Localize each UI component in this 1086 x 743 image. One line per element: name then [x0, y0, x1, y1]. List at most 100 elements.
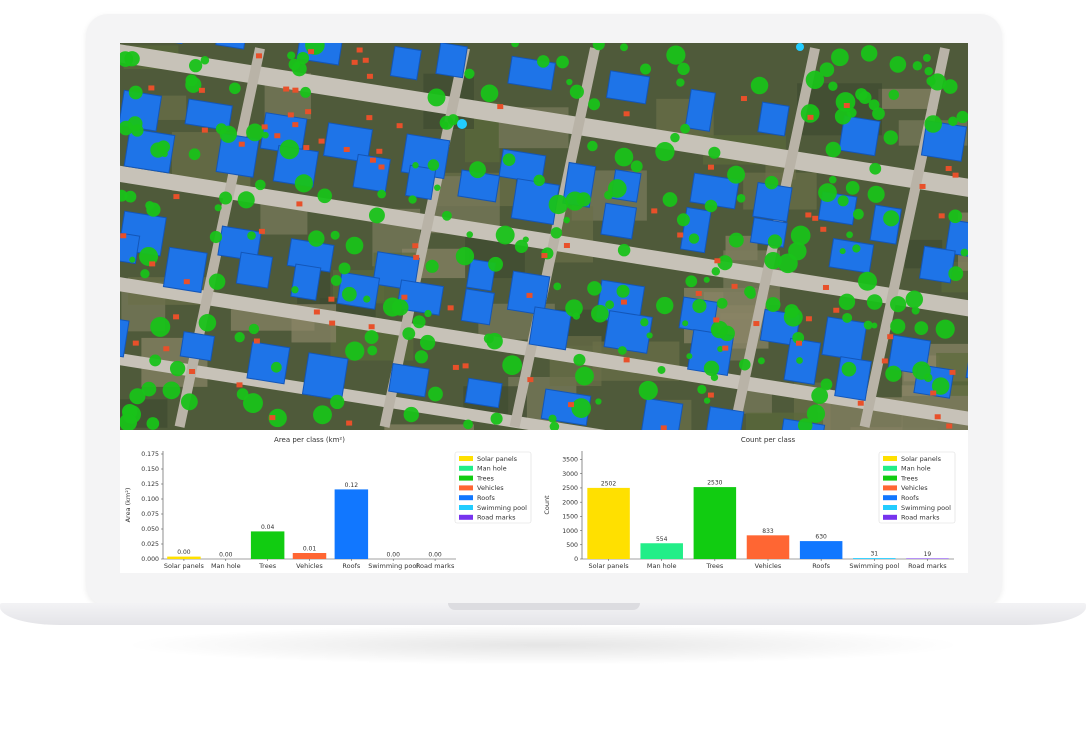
vehicle — [623, 357, 630, 363]
tree — [149, 354, 162, 367]
vehicle — [820, 226, 827, 232]
vehicle — [833, 307, 840, 313]
tree — [765, 297, 781, 312]
vehicle — [346, 420, 353, 426]
tree — [480, 84, 499, 103]
roof — [460, 288, 495, 326]
tree — [883, 130, 898, 145]
y-tick-label: 0.050 — [141, 526, 159, 533]
roof — [301, 352, 349, 401]
vehicle — [303, 145, 310, 151]
tree — [514, 239, 529, 253]
bar-value-label: 0.00 — [219, 552, 233, 559]
tree — [750, 76, 769, 95]
tree — [604, 190, 613, 200]
tree — [767, 234, 783, 249]
tree — [214, 204, 222, 212]
tree — [338, 262, 351, 275]
tree — [198, 314, 217, 332]
vehicle — [173, 194, 180, 200]
legend-label: Vehicles — [477, 484, 504, 492]
vehicle — [707, 392, 714, 398]
vehicle — [356, 47, 363, 53]
tree — [208, 273, 226, 290]
y-tick-label: 0.125 — [141, 481, 159, 488]
tree — [575, 366, 594, 386]
vehicle — [795, 340, 802, 346]
vehicle — [714, 258, 721, 264]
tree — [288, 58, 301, 71]
tree — [890, 296, 907, 313]
tree — [860, 45, 878, 62]
tree — [710, 320, 729, 339]
roof — [179, 331, 216, 362]
roof — [246, 341, 291, 385]
tree — [885, 365, 902, 382]
tree — [841, 361, 857, 377]
tree — [778, 253, 798, 274]
tree — [219, 125, 237, 143]
tree — [291, 286, 299, 294]
legend-label: Vehicles — [901, 484, 928, 492]
tree — [703, 276, 710, 283]
vehicle — [527, 377, 534, 383]
tree — [571, 398, 592, 418]
tree — [838, 293, 856, 311]
tree — [455, 247, 475, 266]
tree — [169, 360, 186, 377]
tree — [662, 192, 678, 207]
tree — [367, 345, 378, 356]
vehicle — [343, 147, 350, 153]
tree — [942, 79, 958, 94]
tree — [270, 361, 282, 373]
tree — [883, 210, 900, 227]
legend-label: Solar panels — [901, 455, 942, 463]
legend-label: Trees — [476, 474, 495, 482]
vehicle — [287, 112, 294, 118]
tree — [676, 78, 685, 87]
tree — [948, 209, 963, 224]
vehicle — [623, 111, 630, 117]
tree — [685, 275, 698, 288]
tree — [162, 381, 181, 400]
bar-value-label: 630 — [815, 534, 827, 541]
vehicle — [328, 296, 335, 302]
tree — [146, 417, 160, 430]
vehicle — [447, 305, 454, 311]
tree — [738, 358, 751, 371]
x-tick-label: Road marks — [416, 562, 455, 570]
y-axis-label: Area (km²) — [124, 488, 132, 523]
tree — [867, 185, 885, 203]
tree — [364, 330, 379, 345]
x-tick-label: Solar panels — [589, 562, 630, 570]
vehicle — [695, 290, 702, 296]
legend-swatch — [883, 465, 897, 471]
tree — [368, 207, 385, 224]
tree — [744, 286, 756, 298]
x-tick-label: Swimming pool — [849, 562, 899, 570]
tree — [697, 384, 707, 394]
tree — [248, 323, 260, 335]
tree — [469, 161, 486, 179]
vehicle — [945, 166, 952, 172]
vehicle — [396, 123, 403, 129]
y-tick-label: 0.100 — [141, 496, 159, 503]
vehicle — [258, 228, 265, 234]
tree — [150, 316, 171, 337]
tree — [330, 394, 345, 410]
tree — [330, 274, 342, 286]
tree — [234, 332, 245, 343]
vehicle — [198, 87, 205, 93]
count-per-class-chart: Count per class 0 500 1000 1500 2000 2500 3000 3… — [543, 436, 956, 570]
roof — [869, 204, 902, 245]
tree — [572, 312, 581, 320]
vehicle — [351, 59, 358, 65]
vehicle — [253, 338, 260, 344]
tree — [502, 355, 522, 376]
vehicle — [366, 115, 373, 121]
tree — [924, 115, 942, 133]
tree — [605, 300, 615, 310]
x-tick-label: Roofs — [812, 562, 830, 570]
vehicle — [677, 232, 684, 238]
tree — [563, 216, 570, 224]
